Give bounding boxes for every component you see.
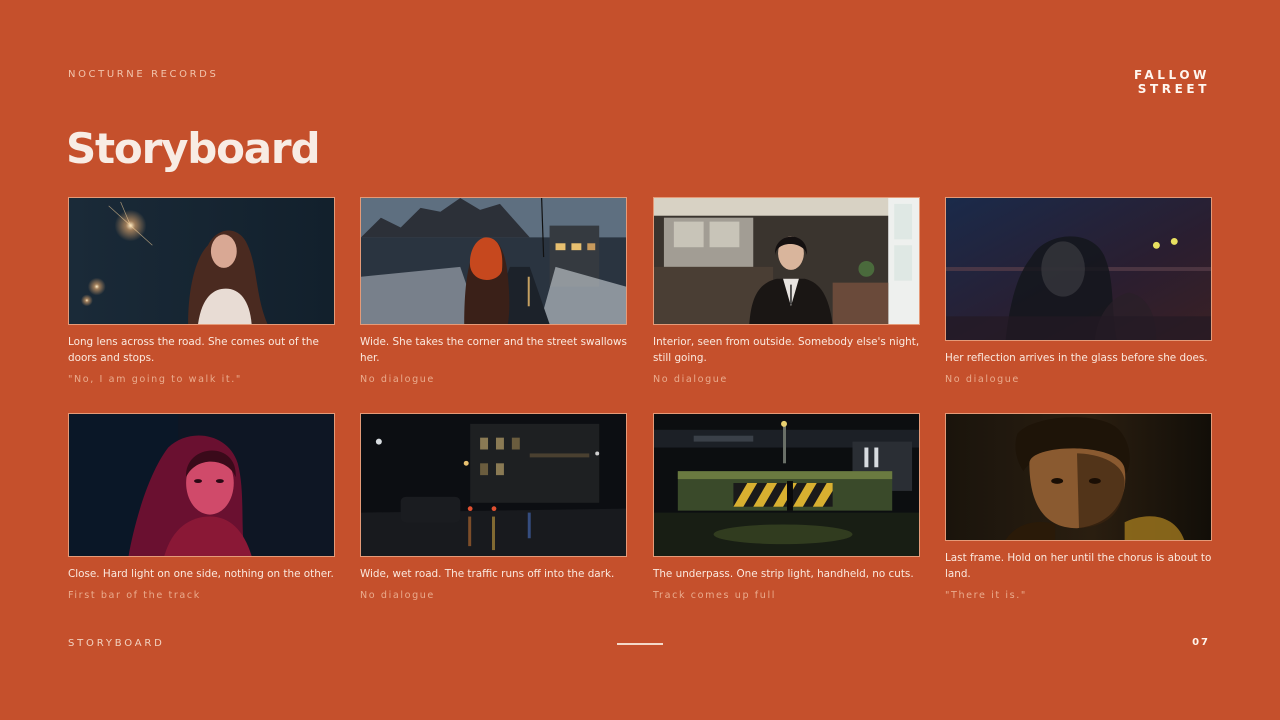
frame-4-image — [945, 197, 1212, 341]
brand-label: NOCTURNE RECORDS — [68, 69, 219, 80]
logo-line-2: STREET — [1137, 82, 1210, 96]
frame-4-dialogue: No dialogue — [945, 374, 1020, 385]
frame-6-image — [360, 413, 627, 557]
storyboard-frame-8[interactable]: Last frame. Hold on her until the chorus… — [945, 413, 1212, 601]
footer-divider — [617, 643, 663, 645]
frame-7-image — [653, 413, 920, 557]
frame-3-caption: Interior, seen from outside. Somebody el… — [653, 336, 920, 364]
storyboard-frame-6[interactable]: Wide, wet road. The traffic runs off int… — [360, 413, 627, 601]
frame-6-caption: Wide, wet road. The traffic runs off int… — [360, 568, 615, 580]
frame-1-dialogue: "No, I am going to walk it." — [68, 374, 242, 385]
frame-5-dialogue: First bar of the track — [68, 590, 201, 601]
storyboard-frame-7[interactable]: The underpass. One strip light, handheld… — [653, 413, 920, 601]
logo: FALLOW STREET — [1134, 68, 1210, 96]
frame-2-dialogue: No dialogue — [360, 374, 435, 385]
frame-8-image — [945, 413, 1212, 541]
frame-4-caption: Her reflection arrives in the glass befo… — [945, 352, 1208, 364]
logo-line-1: FALLOW — [1133, 68, 1210, 82]
frame-8-dialogue: "There it is." — [945, 590, 1027, 601]
frame-7-dialogue: Track comes up full — [653, 590, 777, 601]
storyboard-frame-5[interactable]: Close. Hard light on one side, nothing o… — [68, 413, 335, 601]
frame-1-image — [68, 197, 335, 325]
frame-5-caption: Close. Hard light on one side, nothing o… — [68, 568, 334, 580]
footer-section-label: STORYBOARD — [68, 638, 165, 649]
page-number: 07 — [1192, 637, 1210, 648]
page-title: Storyboard — [66, 124, 321, 173]
frame-3-dialogue: No dialogue — [653, 374, 728, 385]
frame-2-image — [360, 197, 627, 325]
frame-5-image — [68, 413, 335, 557]
frame-6-dialogue: No dialogue — [360, 590, 435, 601]
frame-8-caption: Last frame. Hold on her until the chorus… — [945, 552, 1212, 580]
storyboard-frame-1[interactable]: Long lens across the road. She comes out… — [68, 197, 335, 385]
frame-7-caption: The underpass. One strip light, handheld… — [653, 568, 914, 580]
storyboard-frame-2[interactable]: Wide. She takes the corner and the stree… — [360, 197, 627, 385]
frame-3-image — [653, 197, 920, 325]
storyboard-frame-3[interactable]: Interior, seen from outside. Somebody el… — [653, 197, 920, 385]
storyboard-frame-4[interactable]: Her reflection arrives in the glass befo… — [945, 197, 1212, 385]
frame-2-caption: Wide. She takes the corner and the stree… — [360, 336, 627, 364]
frame-1-caption: Long lens across the road. She comes out… — [68, 336, 319, 364]
